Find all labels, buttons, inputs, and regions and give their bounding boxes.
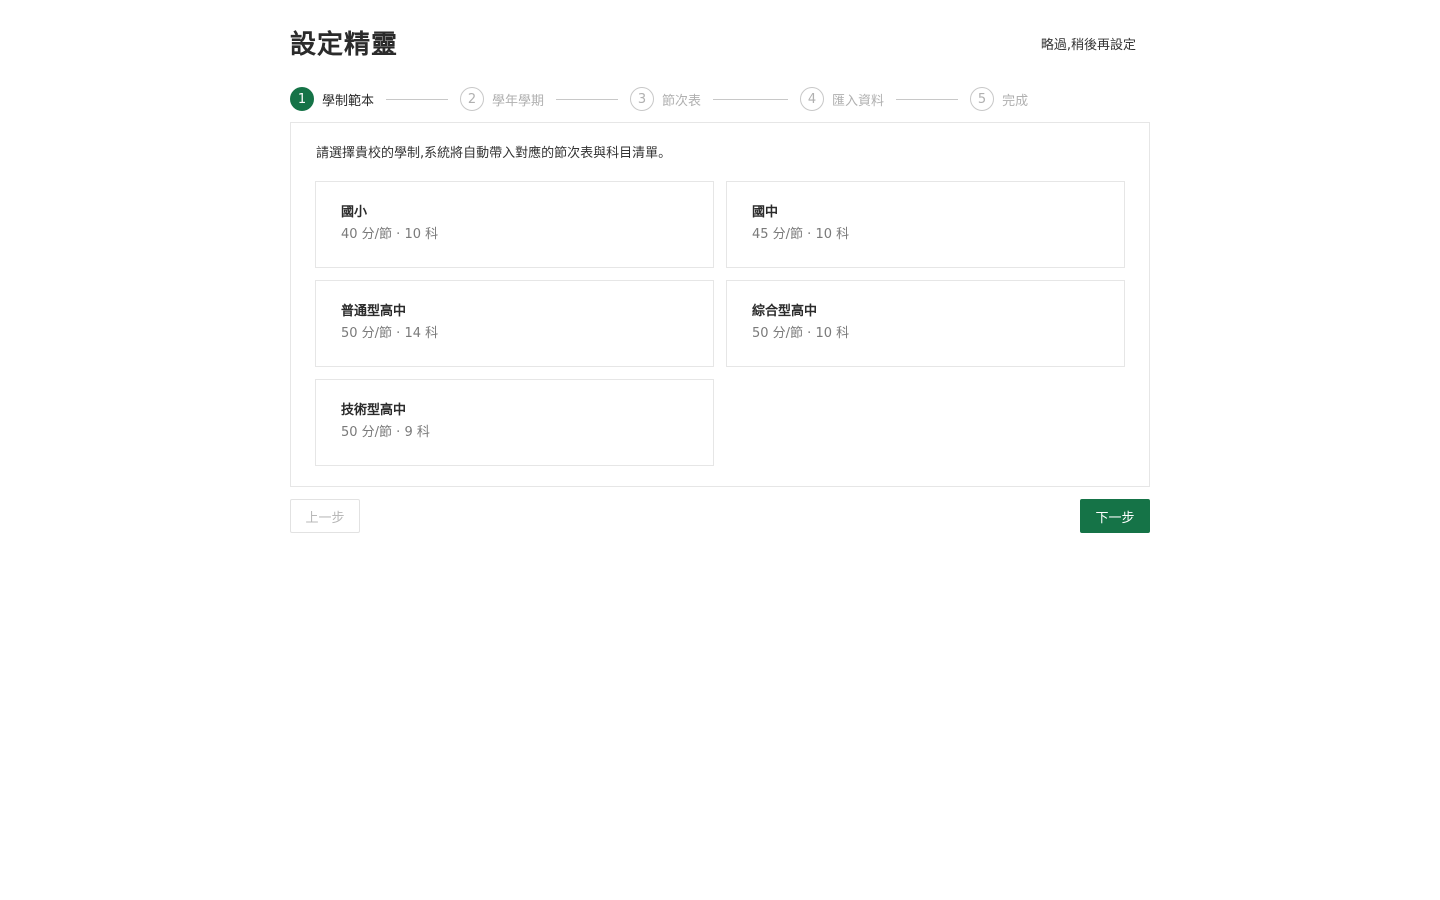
next-button[interactable]: 下一步 [1080, 499, 1150, 533]
template-name: 普通型高中 [341, 304, 407, 319]
step-5[interactable]: 5 完成 [970, 87, 1028, 111]
template-name: 綜合型高中 [752, 304, 818, 319]
template-meta: 50 分/節 · 9 科 [341, 425, 430, 440]
step-connector [896, 98, 959, 100]
step-number: 4 [800, 87, 825, 111]
wizard-header: 設定精靈 略過,稍後再設定 [290, 0, 1150, 75]
template-option-general-high[interactable]: 普通型高中 50 分/節 · 14 科 [315, 280, 714, 367]
step-connector [386, 98, 449, 100]
wizard-footer: 上一步 下一步 [290, 499, 1150, 533]
template-name: 國中 [752, 205, 779, 220]
template-option-junior-high[interactable]: 國中 45 分/節 · 10 科 [726, 181, 1125, 268]
step-number: 2 [460, 87, 485, 111]
template-meta: 45 分/節 · 10 科 [752, 227, 850, 242]
template-option-technical-high[interactable]: 技術型高中 50 分/節 · 9 科 [315, 379, 714, 466]
template-option-elementary[interactable]: 國小 40 分/節 · 10 科 [315, 181, 714, 268]
step-label: 學年學期 [492, 93, 545, 109]
stepper: 1 學制範本 2 學年學期 3 節次表 4 匯入資料 5 完成 [290, 75, 1150, 119]
step-3[interactable]: 3 節次表 [630, 87, 701, 111]
page-title: 設定精靈 [290, 30, 399, 60]
step-connector [713, 98, 789, 100]
template-meta: 40 分/節 · 10 科 [341, 227, 439, 242]
skip-link[interactable]: 略過,稍後再設定 [1041, 37, 1136, 55]
setup-wizard: 設定精靈 略過,稍後再設定 1 學制範本 2 學年學期 3 節次表 4 匯入資料… [290, 0, 1150, 533]
step-label: 匯入資料 [832, 93, 885, 109]
step-number: 3 [630, 87, 655, 111]
template-card: 請選擇貴校的學制,系統將自動帶入對應的節次表與科目清單。 國小 40 分/節 ·… [290, 122, 1150, 487]
template-option-comprehensive-high[interactable]: 綜合型高中 50 分/節 · 10 科 [726, 280, 1125, 367]
step-2[interactable]: 2 學年學期 [460, 87, 544, 111]
template-grid: 國小 40 分/節 · 10 科 國中 45 分/節 · 10 科 普通型高中 … [315, 181, 1125, 466]
template-name: 技術型高中 [341, 403, 407, 418]
prev-button[interactable]: 上一步 [290, 499, 360, 533]
template-meta: 50 分/節 · 14 科 [341, 326, 439, 341]
intro-text: 請選擇貴校的學制,系統將自動帶入對應的節次表與科目清單。 [316, 146, 672, 161]
step-number: 5 [970, 87, 995, 111]
step-1[interactable]: 1 學制範本 [290, 87, 374, 111]
step-number: 1 [290, 87, 314, 111]
template-meta: 50 分/節 · 10 科 [752, 326, 850, 341]
step-label: 完成 [1002, 93, 1029, 109]
template-name: 國小 [341, 205, 368, 220]
step-label: 節次表 [662, 93, 702, 109]
step-connector [556, 98, 619, 100]
step-label: 學制範本 [322, 93, 375, 109]
step-4[interactable]: 4 匯入資料 [800, 87, 884, 111]
